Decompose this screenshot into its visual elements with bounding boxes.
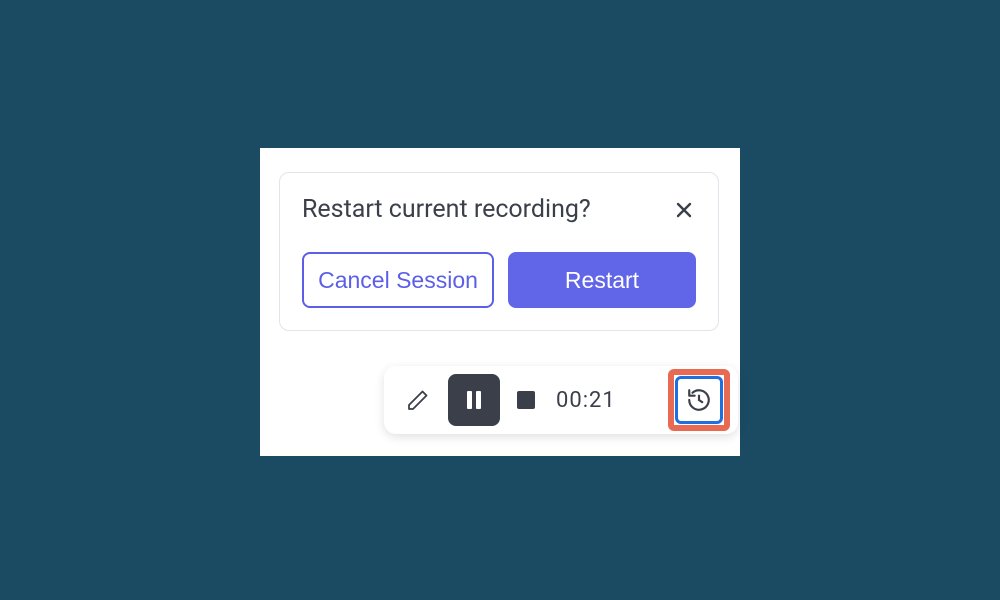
dialog-title: Restart current recording?: [302, 195, 591, 224]
restart-confirm-dialog: Restart current recording? Cancel Sessio…: [279, 172, 719, 331]
stop-button[interactable]: [510, 384, 542, 416]
callout-highlight: [668, 369, 730, 431]
pause-button[interactable]: [448, 374, 500, 426]
history-icon: [686, 387, 712, 413]
popup-panel: Restart current recording? Cancel Sessio…: [260, 148, 740, 456]
dialog-actions: Cancel Session Restart: [302, 252, 696, 308]
restart-button[interactable]: Restart: [508, 252, 696, 308]
recording-timer: 00:21: [556, 388, 616, 413]
cancel-session-button[interactable]: Cancel Session: [302, 252, 494, 308]
close-icon[interactable]: [672, 198, 696, 222]
pencil-icon[interactable]: [398, 380, 438, 420]
restart-recording-button[interactable]: [675, 376, 723, 424]
stop-icon: [517, 391, 535, 409]
recording-toolbar: 00:21: [384, 366, 738, 434]
dialog-header: Restart current recording?: [302, 195, 696, 224]
